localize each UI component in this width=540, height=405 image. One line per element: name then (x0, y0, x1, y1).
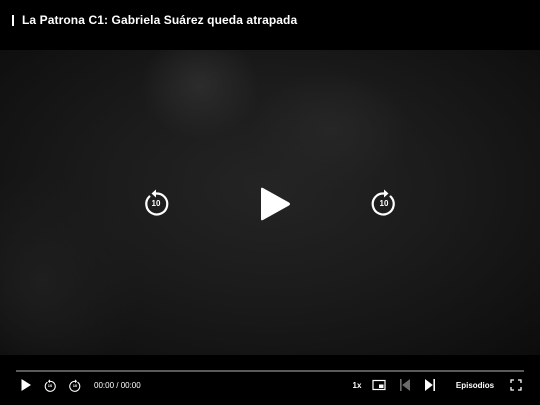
video-player: La Patrona C1: Gabriela Suárez queda atr… (0, 0, 540, 405)
next-episode-button[interactable] (423, 376, 437, 394)
bottom-control-bar: 10 10 00:00 / 00:00 1x Episodios (0, 376, 540, 394)
progress-bar[interactable] (16, 370, 524, 372)
video-shadow (0, 170, 140, 355)
play-button-large[interactable] (256, 184, 294, 224)
rewind-10-button[interactable]: 10 (140, 186, 172, 218)
top-bar: La Patrona C1: Gabriela Suárez queda atr… (0, 0, 540, 40)
previous-episode-icon (400, 379, 410, 391)
previous-episode-button[interactable] (398, 376, 412, 394)
time-display: 00:00 / 00:00 (94, 380, 141, 390)
play-icon (261, 187, 290, 221)
episodes-button[interactable]: Episodios (452, 376, 498, 394)
video-shadow (250, 70, 410, 190)
next-episode-icon (425, 379, 435, 391)
episode-title: La Patrona C1: Gabriela Suárez queda atr… (22, 13, 298, 27)
forward-10-button-small[interactable]: 10 (68, 376, 82, 394)
picture-in-picture-button[interactable] (372, 376, 386, 394)
play-icon (21, 379, 31, 391)
video-shadow (140, 50, 260, 140)
forward-10-button[interactable]: 10 (368, 186, 400, 218)
rewind-10-button-small[interactable]: 10 (43, 376, 57, 394)
picture-in-picture-icon (372, 379, 386, 391)
forward-seconds-label: 10 (72, 383, 78, 388)
forward-seconds-label: 10 (379, 199, 389, 208)
rewind-seconds-label: 10 (47, 383, 53, 388)
back-bar-icon[interactable] (12, 14, 14, 26)
fullscreen-icon (510, 379, 522, 391)
playback-speed-button[interactable]: 1x (350, 376, 364, 394)
play-button[interactable] (19, 376, 33, 394)
fullscreen-button[interactable] (509, 376, 523, 394)
rewind-seconds-label: 10 (151, 199, 161, 208)
